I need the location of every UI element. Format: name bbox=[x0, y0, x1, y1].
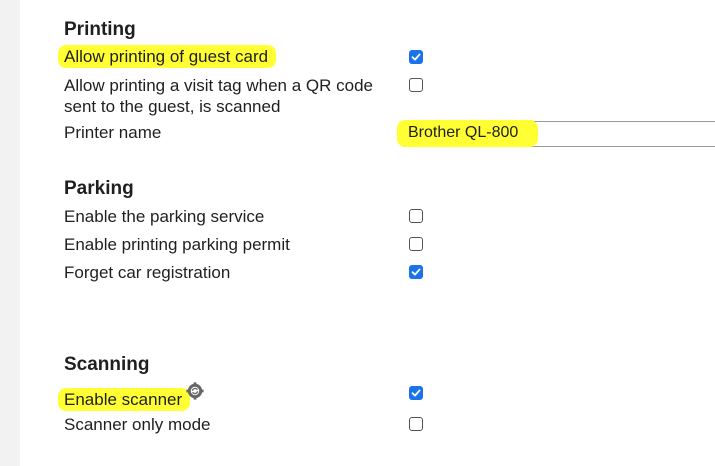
highlight-mark: Enable scanner bbox=[58, 388, 191, 411]
enable-scanner-checkbox[interactable] bbox=[409, 386, 423, 400]
scanner-only-mode-label: Scanner only mode bbox=[64, 415, 211, 434]
left-gutter bbox=[0, 0, 20, 466]
section-title-printing: Printing bbox=[64, 19, 136, 40]
enable-parking-service-label: Enable the parking service bbox=[64, 207, 265, 226]
printer-name-label: Printer name bbox=[64, 123, 162, 142]
section-title-parking: Parking bbox=[64, 178, 134, 199]
allow-printing-guest-card-label: Allow printing of guest card bbox=[58, 45, 277, 68]
enable-printing-parking-permit-label: Enable printing parking permit bbox=[64, 235, 290, 254]
forget-car-registration-checkbox[interactable] bbox=[409, 265, 423, 279]
enable-printing-parking-permit-checkbox[interactable] bbox=[409, 237, 423, 251]
allow-printing-visit-tag-checkbox[interactable] bbox=[409, 78, 423, 92]
checkmark-icon bbox=[411, 389, 421, 397]
allow-printing-visit-tag-label-line1: Allow printing a visit tag when a QR cod… bbox=[64, 76, 373, 95]
highlight-mark: Allow printing of guest card bbox=[58, 45, 277, 68]
checkmark-icon bbox=[411, 268, 421, 276]
enable-parking-service-checkbox[interactable] bbox=[409, 209, 423, 223]
enable-scanner-label: Enable scanner bbox=[58, 388, 191, 411]
scanner-only-mode-checkbox[interactable] bbox=[409, 417, 423, 431]
checkmark-icon bbox=[411, 53, 421, 61]
sync-gear-icon[interactable] bbox=[186, 382, 204, 400]
printer-name-value: Brother QL-800 bbox=[408, 124, 519, 141]
allow-printing-visit-tag-label-line2: sent to the guest, is scanned bbox=[64, 97, 281, 116]
settings-page: Printing Allow printing of guest card Al… bbox=[0, 0, 715, 466]
section-title-scanning: Scanning bbox=[64, 354, 150, 375]
allow-printing-guest-card-checkbox[interactable] bbox=[409, 50, 423, 64]
forget-car-registration-label: Forget car registration bbox=[64, 263, 231, 282]
